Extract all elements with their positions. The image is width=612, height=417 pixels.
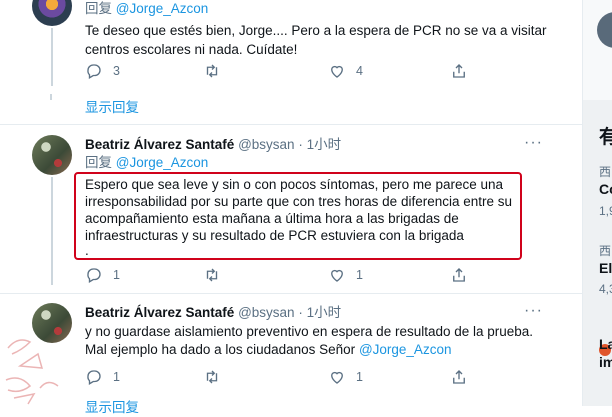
tweet-header: Beatriz Álvarez Santafé @bsysan · 1小时	[85, 135, 341, 154]
thread-line	[51, 28, 53, 86]
show-replies-link[interactable]: 显示回复	[85, 98, 139, 117]
tweet-header: Beatriz Álvarez Santafé @bsysan · 1小时	[85, 303, 341, 322]
author-name[interactable]: Beatriz Álvarez Santafé	[85, 137, 234, 152]
heart-icon	[331, 371, 343, 384]
share-icon	[453, 64, 465, 78]
reply-count: 1	[113, 370, 120, 384]
reply-icon	[87, 268, 101, 283]
reply-prefix: 回复	[85, 155, 112, 170]
tweet-actions: 3 4	[85, 62, 485, 82]
retweet-icon	[206, 370, 218, 384]
reply-icon	[87, 64, 101, 79]
more-options-button[interactable]: ···	[524, 134, 543, 152]
trend-meta: 西	[599, 165, 612, 179]
reply-prefix: 回复	[85, 1, 112, 16]
divider	[0, 124, 582, 125]
reply-handle-link[interactable]: @Jorge_Azcon	[116, 155, 209, 170]
trend-subtitle: im	[599, 354, 612, 370]
avatar[interactable]	[32, 303, 72, 343]
tweet-text-line: centros escolares ni nada. Cuídate!	[85, 42, 298, 57]
reply-count: 1	[113, 268, 120, 282]
like-button[interactable]: 1	[328, 266, 363, 284]
like-count: 1	[356, 268, 363, 282]
timestamp[interactable]: 1小时	[307, 137, 342, 152]
mention-link[interactable]: @Jorge_Azcon	[359, 342, 452, 357]
avatar[interactable]	[597, 12, 612, 48]
trend-title[interactable]: La	[599, 336, 612, 352]
trend-count: 1,9	[599, 204, 612, 218]
thread-line	[51, 177, 53, 285]
reply-button[interactable]: 1	[85, 368, 120, 386]
retweet-button[interactable]	[203, 368, 221, 386]
tweet-text: Mal ejemplo ha dado a los ciudadanos Señ…	[85, 342, 356, 357]
more-options-button[interactable]: ···	[524, 302, 543, 320]
reply-button[interactable]: 1	[85, 266, 120, 284]
retweet-icon	[206, 268, 218, 282]
retweet-button[interactable]	[203, 266, 221, 284]
trend-count: 4,3	[599, 282, 612, 296]
author-handle[interactable]: @bsysan	[238, 137, 294, 152]
share-icon	[453, 370, 465, 384]
trend-title[interactable]: El	[599, 260, 612, 276]
like-count: 4	[356, 64, 363, 78]
timestamp[interactable]: 1小时	[307, 305, 342, 320]
trend-meta: 西	[599, 244, 612, 258]
tweet-actions: 1 1	[85, 266, 485, 286]
reply-handle-link[interactable]: @Jorge_Azcon	[116, 1, 209, 16]
tweet-text-line: Mal ejemplo ha dado a los ciudadanos Señ…	[85, 340, 451, 359]
thread-dots	[50, 94, 52, 100]
tweet-text-line: Te deseo que estés bien, Jorge.... Pero …	[85, 23, 547, 38]
tweet-text-line: y no guardase aislamiento preventivo en …	[85, 324, 534, 339]
share-button[interactable]	[450, 62, 468, 80]
share-icon	[453, 268, 465, 282]
retweet-icon	[206, 64, 218, 78]
heart-icon	[331, 65, 343, 78]
reply-context: 回复 @Jorge_Azcon	[85, 153, 208, 172]
retweet-button[interactable]	[203, 62, 221, 80]
divider	[0, 293, 582, 294]
author-name[interactable]: Beatriz Álvarez Santafé	[85, 305, 234, 320]
separator-dot: ·	[298, 137, 303, 152]
reply-icon	[87, 370, 101, 385]
right-sidebar: 有 西 Co 1,9 西 El 4,3 La im	[582, 0, 612, 406]
like-count: 1	[356, 370, 363, 384]
show-replies-link[interactable]: 显示回复	[85, 398, 139, 417]
separator-dot: ·	[298, 305, 303, 320]
share-button[interactable]	[450, 368, 468, 386]
like-button[interactable]: 4	[328, 62, 363, 80]
author-handle[interactable]: @bsysan	[238, 305, 294, 320]
tweet-actions: 1 1	[85, 368, 485, 388]
like-button[interactable]: 1	[328, 368, 363, 386]
reply-context: 回复 @Jorge_Azcon	[85, 0, 208, 18]
share-button[interactable]	[450, 266, 468, 284]
trends-heading: 有	[599, 122, 612, 149]
heart-icon	[331, 269, 343, 282]
avatar[interactable]	[32, 0, 72, 26]
reply-button[interactable]: 3	[85, 62, 120, 80]
trend-title[interactable]: Co	[599, 181, 612, 197]
avatar[interactable]	[32, 135, 72, 175]
highlight-box	[74, 172, 522, 260]
reply-count: 3	[113, 64, 120, 78]
